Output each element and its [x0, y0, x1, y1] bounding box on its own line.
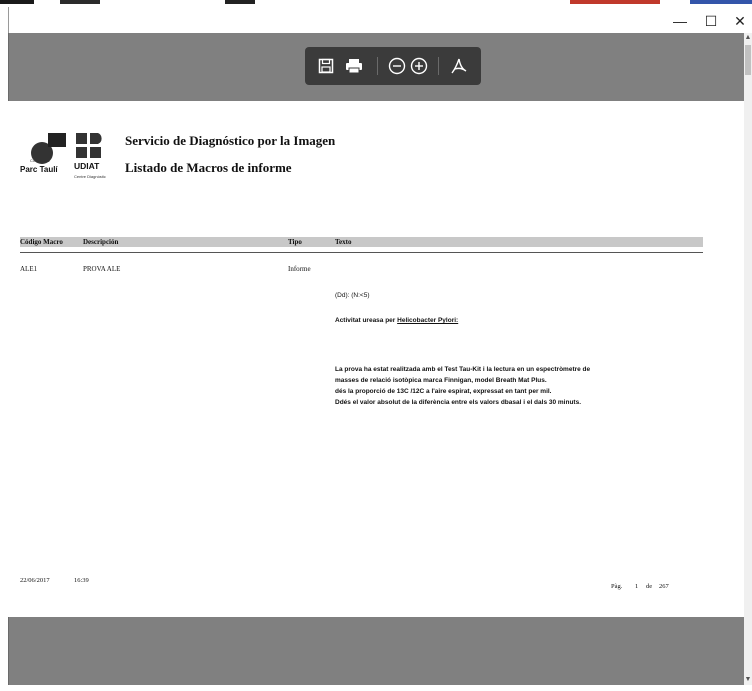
column-header-description: Descripción [83, 238, 119, 246]
text-paragraph-2: masses de relació isotòpica marca Finnig… [335, 377, 547, 384]
text-line-2-link: Helicobacter Pylori: [397, 317, 459, 324]
header-rule [20, 252, 703, 253]
text-paragraph-1: La prova ha estat realitzada amb el Test… [335, 366, 591, 373]
logo-udiat-small-text: Centre Diagnòstic [74, 174, 106, 179]
background-strip-dark [225, 0, 255, 4]
background-strip-dark [60, 0, 100, 4]
minimize-button[interactable]: — [665, 11, 695, 31]
scroll-up-icon[interactable]: ▲ [744, 33, 752, 43]
column-header-type: Tipo [288, 238, 302, 246]
background-strip-blue [690, 0, 752, 4]
text-line-2-prefix: Activitat ureasa per [335, 317, 398, 324]
background-window-strip [0, 0, 752, 7]
toolbar-separator [377, 57, 378, 75]
document-title: Servicio de Diagnóstico por la Imagen [125, 133, 336, 148]
column-header-code: Código Macro [20, 238, 63, 246]
footer-page-label: Pàg. [611, 583, 623, 590]
text-paragraph-3: dés la proporció de 13C /12C a l'aire es… [335, 388, 552, 395]
footer-page-total: 267 [659, 583, 669, 590]
print-icon[interactable] [344, 56, 364, 76]
text-line-1: (Dd): (N:<5) [335, 292, 370, 299]
row-code: ALE1 [20, 265, 38, 273]
zoom-in-icon[interactable] [409, 56, 429, 76]
acrobat-icon[interactable] [449, 56, 469, 76]
background-strip-dark [0, 0, 34, 4]
close-button[interactable]: ✕ [725, 11, 752, 31]
footer-page-of: de [646, 583, 653, 590]
text-line-2: Activitat ureasa per Helicobacter Pylori… [335, 317, 458, 324]
window-title-bar: — ☐ ✕ [8, 7, 752, 33]
column-header-bar: Código Macro Descripción Tipo Texto [20, 237, 703, 247]
row-description: PROVA ALE [83, 265, 121, 273]
document-subtitle: Listado de Macros de informe [125, 160, 292, 175]
save-icon[interactable] [316, 56, 336, 76]
toolbar-separator [438, 57, 439, 75]
column-header-text: Texto [335, 238, 352, 246]
footer-time: 16:39 [74, 577, 89, 584]
text-paragraph-4: Ddés el valor absolut de la diferència e… [335, 399, 582, 406]
scroll-down-icon[interactable]: ▼ [744, 675, 752, 685]
vertical-scrollbar[interactable]: ▲ ▼ [744, 33, 752, 685]
logo-parc-small-text: Corporació [30, 158, 50, 163]
scrollbar-thumb[interactable] [745, 45, 751, 75]
parc-tauli-logo: Corporació Parc Taulí [20, 131, 68, 183]
maximize-button[interactable]: ☐ [696, 11, 726, 31]
zoom-out-icon[interactable] [387, 56, 407, 76]
logo-udiat-text: UDIAT [74, 161, 100, 171]
footer-page-number: 1 [635, 583, 639, 590]
background-strip-red [570, 0, 660, 4]
row-type: Informe [288, 265, 311, 273]
footer-date: 22/06/2017 [20, 577, 50, 584]
pdf-page: Corporació Parc Taulí UDIAT Centre Diagn… [8, 101, 744, 617]
pdf-toolbar [305, 47, 481, 85]
logo-parc-text: Parc Taulí [20, 165, 58, 174]
udiat-logo: UDIAT Centre Diagnòstic [74, 131, 122, 183]
